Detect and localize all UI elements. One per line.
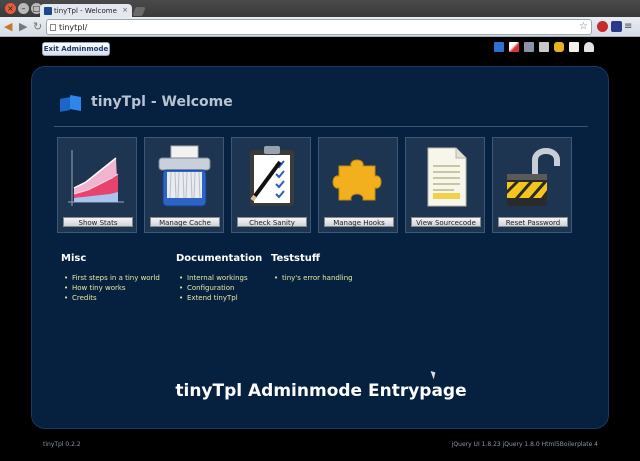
clipboard-icon — [250, 146, 294, 206]
link-credits[interactable]: Credits — [61, 293, 160, 303]
tile-show-stats[interactable]: Show Stats — [57, 137, 137, 233]
tab-close-icon[interactable]: × — [122, 6, 128, 14]
forward-arrow-icon[interactable]: ▶ — [19, 20, 27, 34]
document-icon — [427, 147, 467, 207]
extension-blue-icon[interactable] — [611, 21, 622, 32]
reload-icon[interactable]: ↻ — [33, 20, 42, 34]
close-window-icon[interactable]: × — [5, 3, 16, 14]
url-text: tinytpl/ — [59, 23, 88, 32]
bookmark-star-icon[interactable]: ☆ — [579, 21, 588, 32]
link-extend-tinytpl[interactable]: Extend tinyTpl — [176, 293, 262, 303]
favicon-icon — [44, 7, 52, 15]
link-internal-workings[interactable]: Internal workings — [176, 273, 262, 283]
admin-tiles: Show Stats Manage Cache Check Sanity Man… — [57, 137, 577, 233]
browser-window: × – □ tinyTpl - Welcome × ◀ ▶ ↻ tinytpl/… — [0, 0, 640, 461]
tile-manage-cache[interactable]: Manage Cache — [144, 137, 224, 233]
page-title: tinyTpl - Welcome — [91, 94, 233, 110]
exit-adminmode-button[interactable]: Exit Adminmode — [42, 42, 110, 56]
main-panel: tinyTpl - Welcome Show Stats Manage Cach… — [31, 66, 609, 429]
unlock-icon — [507, 148, 560, 206]
stats-icon[interactable] — [509, 42, 519, 52]
link-error-handling[interactable]: tiny's error handling — [271, 273, 353, 283]
check-sanity-label: Check Sanity — [237, 217, 307, 227]
sanity-icon[interactable] — [539, 42, 549, 52]
admin-toolbar — [494, 42, 594, 54]
source-icon[interactable] — [569, 42, 579, 52]
divider — [54, 126, 588, 127]
page-content: Exit Adminmode tinyTpl - Welcome Show St… — [0, 37, 640, 461]
cache-icon[interactable] — [524, 42, 534, 52]
teststuff-section: Teststuff tiny's error handling — [271, 253, 353, 283]
link-first-steps[interactable]: First steps in a tiny world — [61, 273, 160, 283]
mouse-cursor-icon — [430, 369, 438, 380]
browser-toolbar: ◀ ▶ ↻ tinytpl/ ☆ ≡ — [0, 17, 640, 37]
new-tab-button[interactable] — [132, 7, 146, 16]
browser-tab[interactable]: tinyTpl - Welcome × — [40, 4, 132, 18]
minimize-window-icon[interactable]: – — [18, 3, 29, 14]
shredder-icon — [158, 145, 211, 207]
extension-red-icon[interactable] — [597, 21, 608, 32]
back-arrow-icon[interactable]: ◀ — [4, 20, 12, 34]
password-icon[interactable] — [584, 42, 594, 52]
teststuff-heading: Teststuff — [271, 253, 320, 264]
misc-heading: Misc — [61, 253, 87, 264]
tab-title: tinyTpl - Welcome — [54, 7, 117, 15]
show-stats-label: Show Stats — [63, 217, 133, 227]
hooks-icon[interactable] — [554, 42, 564, 52]
tile-check-sanity[interactable]: Check Sanity — [231, 137, 311, 233]
view-sourcecode-label: View Sourcecode — [411, 217, 481, 227]
tile-view-sourcecode[interactable]: View Sourcecode — [405, 137, 485, 233]
page-icon — [50, 24, 56, 31]
tinytpl-logo-icon — [60, 95, 82, 112]
address-bar[interactable]: tinytpl/ ☆ — [46, 19, 592, 35]
documentation-heading: Documentation — [176, 253, 263, 264]
puzzle-icon — [332, 159, 382, 201]
footer-credits: jQuery UI 1.8.23 jQuery 1.8.0 Html5Boile… — [451, 441, 598, 448]
link-configuration[interactable]: Configuration — [176, 283, 262, 293]
chart-icon — [68, 150, 124, 206]
title-bar: × – □ tinyTpl - Welcome × — [0, 0, 640, 18]
link-how-tiny-works[interactable]: How tiny works — [61, 283, 160, 293]
footer-version: tinyTpl 0.2.2 — [43, 441, 81, 448]
wrench-menu-icon[interactable]: ≡ — [624, 21, 636, 32]
logo-icon[interactable] — [494, 42, 504, 52]
manage-hooks-label: Manage Hooks — [324, 217, 394, 227]
manage-cache-label: Manage Cache — [150, 217, 220, 227]
page-caption: tinyTpl Adminmode Entrypage — [175, 381, 467, 401]
misc-section: Misc First steps in a tiny world How tin… — [61, 253, 160, 303]
reset-password-label: Reset Password — [498, 217, 568, 227]
tile-reset-password[interactable]: Reset Password — [492, 137, 572, 233]
documentation-section: Documentation Internal workings Configur… — [176, 253, 262, 303]
tile-manage-hooks[interactable]: Manage Hooks — [318, 137, 398, 233]
